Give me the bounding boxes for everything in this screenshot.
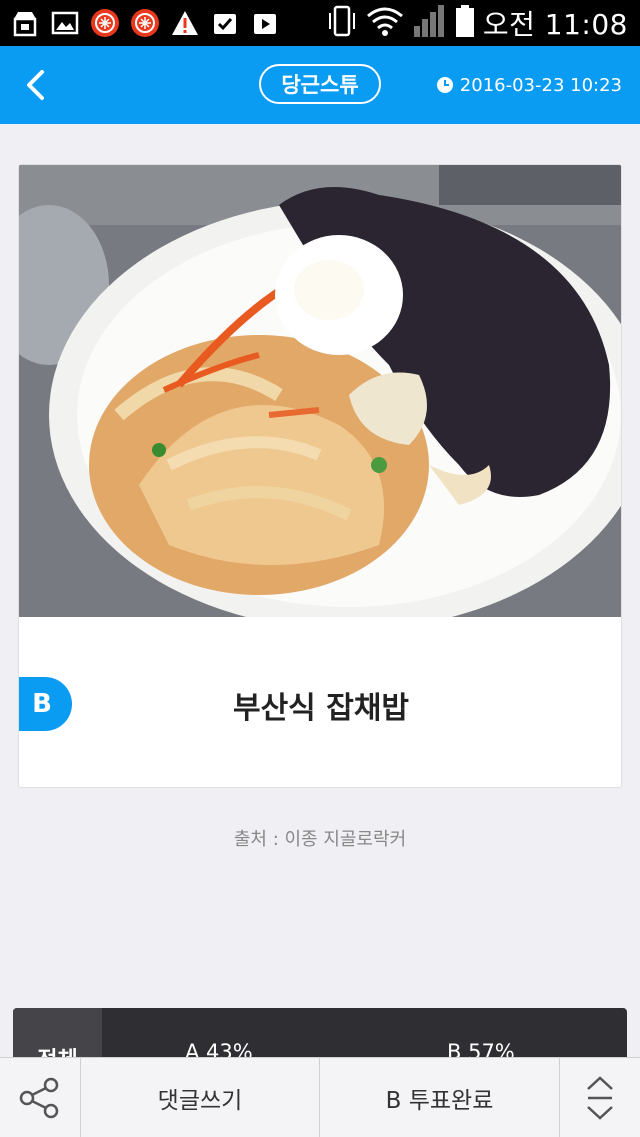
app-icon — [130, 8, 160, 38]
store-icon — [10, 8, 40, 38]
back-button[interactable] — [18, 64, 58, 106]
option-card[interactable]: B 부산식 잡채밥 — [18, 164, 622, 788]
post-datetime-text: 2016-03-23 10:23 — [459, 74, 622, 96]
source-credit: 출처 : 이종 지골로락커 — [233, 829, 407, 850]
share-button[interactable] — [0, 1058, 81, 1137]
option-title: 부산식 잡채밥 — [232, 691, 410, 726]
app-header: 당근스튜 2016-03-23 10:23 — [0, 46, 640, 124]
battery-icon — [455, 4, 475, 42]
status-time: 오전 11:08 — [482, 8, 628, 41]
bottom-toolbar: 댓글쓰기 B 투표완료 — [0, 1057, 640, 1137]
up-down-icon — [587, 1076, 613, 1120]
vote-complete-button[interactable]: B 투표완료 — [320, 1058, 560, 1137]
status-bar: 오전 11:08 — [0, 0, 640, 46]
gallery-icon — [50, 8, 80, 38]
post-datetime: 2016-03-23 10:23 — [436, 72, 622, 98]
chevron-left-icon — [27, 70, 44, 100]
app-icon — [90, 8, 120, 38]
signal-icon — [413, 4, 447, 42]
warning-icon — [170, 8, 200, 38]
share-icon — [19, 1077, 59, 1119]
write-comment-button[interactable]: 댓글쓰기 — [81, 1058, 320, 1137]
scroll-toggle-button[interactable] — [560, 1058, 640, 1137]
vibrate-icon — [327, 5, 357, 41]
header-title: 당근스튜 — [259, 64, 381, 104]
wifi-icon — [365, 5, 405, 41]
system-icons: 오전 11:08 — [327, 4, 628, 42]
video-icon — [250, 8, 280, 38]
clock-icon — [436, 77, 453, 93]
food-photo — [19, 165, 621, 617]
clipboard-check-icon — [210, 8, 240, 38]
notification-icons — [10, 6, 280, 40]
